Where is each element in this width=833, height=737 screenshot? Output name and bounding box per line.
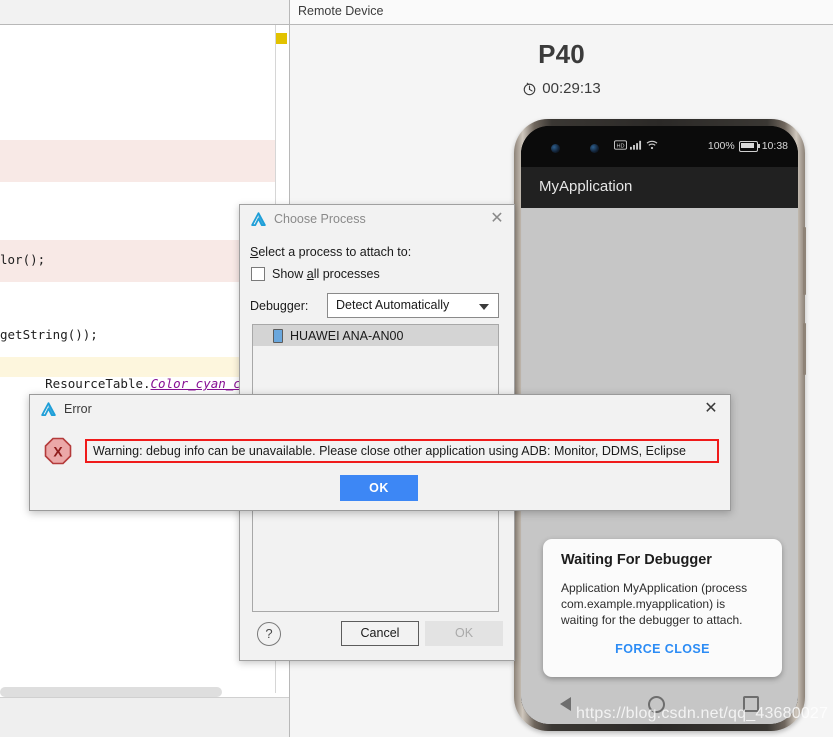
error-dialog: Error ✕ X Warning: debug info can be una… xyxy=(29,394,731,511)
error-line-highlight-1 xyxy=(0,140,275,182)
code-editor[interactable]: lor(); getString()); ResourceTable.Color… xyxy=(0,25,309,693)
show-all-processes-label: Show all processes xyxy=(272,267,380,281)
remote-device-header-title: Remote Device xyxy=(298,4,384,18)
close-icon[interactable]: ✕ xyxy=(489,211,505,227)
back-triangle-icon[interactable] xyxy=(559,697,571,711)
help-icon[interactable]: ? xyxy=(257,622,281,646)
device-name-label: P40 xyxy=(538,39,585,69)
status-bar-right-icons: 100% 10:38 xyxy=(708,140,788,152)
android-nav-bar xyxy=(521,684,798,724)
battery-percent-label: 100% xyxy=(707,140,735,152)
debugger-select[interactable]: Detect Automatically xyxy=(327,293,499,318)
error-message-box: Warning: debug info can be unavailable. … xyxy=(85,439,719,463)
waiting-dialog-title: Waiting For Debugger xyxy=(561,552,712,568)
chevron-down-icon[interactable] xyxy=(479,304,489,310)
close-icon-error[interactable]: ✕ xyxy=(703,401,719,417)
signal-bars-icon xyxy=(630,140,642,150)
front-camera-icon xyxy=(551,144,560,153)
svg-text:X: X xyxy=(53,444,63,460)
waiting-for-debugger-dialog: Waiting For Debugger Application MyAppli… xyxy=(543,539,782,677)
prompt-rest: elect a process to attach to: xyxy=(258,245,412,259)
force-close-button[interactable]: FORCE CLOSE xyxy=(543,642,782,656)
ok-button: OK xyxy=(425,621,503,646)
remote-device-header: Remote Device xyxy=(290,0,833,25)
battery-fill xyxy=(740,142,754,148)
app-title-label: MyApplication xyxy=(539,178,633,195)
show-all-processes-checkbox[interactable] xyxy=(251,267,265,281)
error-octagon-icon: X xyxy=(44,437,72,465)
process-item-label: HUAWEI ANA-AN00 xyxy=(290,328,404,343)
show-all-processes-row[interactable]: Show all processes xyxy=(251,267,380,281)
debugger-label: Debugger: xyxy=(250,299,309,313)
editor-toolbar xyxy=(0,0,289,25)
android-studio-logo-icon-error xyxy=(41,402,56,416)
app-action-bar: MyApplication xyxy=(521,167,798,208)
code-line-1: lor(); xyxy=(0,252,46,267)
session-timer: 00:29:13 xyxy=(290,80,833,97)
code-token-plain: ResourceTable. xyxy=(45,376,151,391)
waiting-dialog-body: Application MyApplication (process com.e… xyxy=(561,581,748,627)
editor-bottom-panel xyxy=(0,697,289,737)
wifi-icon xyxy=(646,140,658,150)
svg-text:HD: HD xyxy=(616,143,624,149)
stopwatch-icon xyxy=(523,82,536,96)
android-status-bar: HD 100% 10:38 xyxy=(521,126,798,167)
phone-power-button[interactable] xyxy=(803,323,806,375)
android-studio-logo-icon xyxy=(251,212,266,226)
hd-voice-icon: HD xyxy=(614,140,627,150)
home-circle-icon[interactable] xyxy=(648,695,666,713)
status-bar-left-icons: HD xyxy=(614,140,658,150)
recents-square-icon[interactable] xyxy=(743,696,760,712)
choose-process-footer: ? Cancel OK xyxy=(240,612,514,660)
screenshot-root: lor(); getString()); ResourceTable.Color… xyxy=(0,0,833,737)
error-dialog-title: Error xyxy=(64,402,92,416)
bookmark-marker-icon[interactable] xyxy=(276,33,287,44)
error-message-text: Warning: debug info can be unavailable. … xyxy=(93,444,686,458)
battery-icon xyxy=(738,140,760,152)
debugger-select-value: Detect Automatically xyxy=(336,298,450,312)
session-timer-value: 00:29:13 xyxy=(542,80,601,97)
cancel-button[interactable]: Cancel xyxy=(341,621,419,646)
list-item[interactable]: HUAWEI ANA-AN00 xyxy=(253,325,498,346)
device-phone-icon xyxy=(273,328,283,343)
choose-process-title-label: Choose Process xyxy=(274,212,366,226)
editor-horizontal-scrollbar[interactable] xyxy=(0,687,222,697)
code-line-2: getString()); xyxy=(0,327,98,342)
error-ok-button[interactable]: OK xyxy=(340,475,418,501)
choose-process-titlebar[interactable]: Choose Process ✕ xyxy=(240,205,514,235)
choose-process-prompt: Select a process to attach to: xyxy=(250,245,411,259)
front-camera-secondary-icon xyxy=(590,144,599,153)
phone-volume-button[interactable] xyxy=(803,227,806,295)
status-bar-clock: 10:38 xyxy=(761,140,788,152)
